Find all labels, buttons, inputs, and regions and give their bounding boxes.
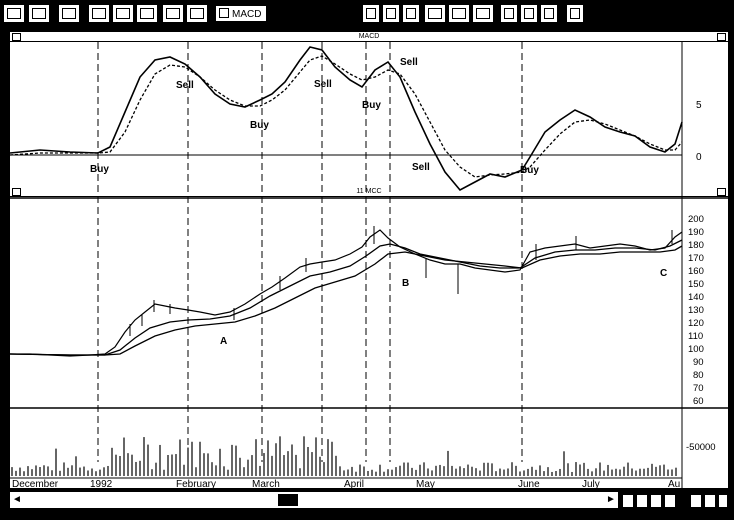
price-y-label: 200: [688, 214, 704, 225]
checkbox-icon: [219, 8, 229, 18]
compress-icon[interactable]: [448, 4, 470, 23]
price-y-label: 70: [693, 383, 704, 394]
date-label: March: [252, 479, 280, 488]
price-y-label: 100: [688, 344, 704, 355]
signal-label-buy: Buy: [520, 165, 539, 176]
macd-y-label: 0: [696, 152, 702, 163]
trendline-icon[interactable]: [540, 4, 558, 23]
date-label: April: [344, 479, 364, 488]
nav-last-icon[interactable]: [664, 494, 676, 508]
price-y-label: 160: [688, 266, 704, 277]
volume-y-label: -50000: [686, 442, 716, 453]
price-y-label: 120: [688, 318, 704, 329]
date-label: May: [416, 479, 435, 488]
zoom-out-icon[interactable]: [704, 494, 716, 508]
chart-icon[interactable]: [112, 4, 134, 23]
volume-bars: [11, 436, 677, 476]
signal-lines: [97, 42, 523, 462]
date-axis: December 1992 February March April May J…: [12, 479, 680, 488]
open-icon[interactable]: [28, 4, 50, 23]
signal-label-buy: Buy: [90, 164, 109, 175]
candle-icon[interactable]: [402, 4, 420, 23]
print-icon[interactable]: [88, 4, 110, 23]
arrow-left-icon[interactable]: ◄: [10, 492, 24, 508]
signal-label-buy: Buy: [362, 100, 381, 111]
signal-label-buy: Buy: [250, 120, 269, 131]
annotation-b: B: [402, 278, 409, 289]
price-y-label: 180: [688, 240, 704, 251]
macd-y-label: 5: [696, 100, 702, 111]
date-label: Au: [668, 479, 680, 488]
tool-icon[interactable]: [136, 4, 158, 23]
price-y-label: 110: [688, 331, 703, 342]
signal-label-sell: Sell: [314, 79, 332, 90]
signal-label-sell: Sell: [412, 162, 430, 173]
crosshair-icon[interactable]: [520, 4, 538, 23]
line-icon[interactable]: [362, 4, 380, 23]
date-label: July: [582, 479, 600, 488]
price-y-label: 190: [688, 227, 704, 238]
price-y-label: 90: [693, 357, 704, 368]
date-label: December: [12, 479, 59, 488]
macd-line: [10, 46, 683, 192]
signal-label-sell: Sell: [400, 57, 418, 68]
signal-label-sell: Sell: [176, 80, 194, 91]
grid-icon[interactable]: [162, 4, 184, 23]
nav-first-icon[interactable]: [622, 494, 634, 508]
date-label: June: [518, 479, 540, 488]
arrow-right-icon[interactable]: ►: [604, 492, 618, 508]
price-y-label: 140: [688, 292, 704, 303]
nav-next-icon[interactable]: [650, 494, 662, 508]
save-icon[interactable]: [58, 4, 80, 23]
moving-average-long: [10, 245, 683, 356]
scrollbar-thumb[interactable]: [278, 494, 298, 506]
chart-canvas: 5 0 Buy Sell Buy Sell Buy Sell Sell Buy: [10, 42, 728, 488]
nav-prev-icon[interactable]: [636, 494, 648, 508]
price-y-label: 130: [688, 305, 704, 316]
moving-average-short: [10, 239, 683, 356]
price-bars: [129, 226, 673, 336]
scale-icon[interactable]: [424, 4, 446, 23]
price-y-axis: 200 190 180 170 160 150 140 130 120 110 …: [688, 214, 704, 407]
price-line: [10, 229, 683, 357]
window-icon[interactable]: [566, 4, 584, 23]
macd-signal-line: [10, 55, 683, 178]
pointer-icon[interactable]: [3, 4, 25, 23]
price-y-label: 80: [693, 370, 704, 381]
date-label: February: [176, 479, 216, 488]
expand-icon[interactable]: [472, 4, 494, 23]
horizontal-scrollbar[interactable]: ◄ ►: [8, 490, 620, 510]
price-y-label: 170: [688, 253, 704, 264]
macd-toggle-label: MACD: [232, 9, 262, 20]
annotation-a: A: [220, 336, 227, 347]
bar-icon[interactable]: [382, 4, 400, 23]
toolbar: MACD: [0, 0, 734, 28]
zoom-in-icon[interactable]: [690, 494, 702, 508]
price-y-label: 150: [688, 279, 704, 290]
annotation-c: C: [660, 268, 667, 279]
macd-toggle[interactable]: MACD: [215, 5, 267, 22]
cursor-icon[interactable]: [500, 4, 518, 23]
fit-icon[interactable]: [718, 494, 728, 508]
price-y-label: 60: [693, 396, 704, 407]
chart-window: MACD 11 MCC 5 0 Buy Sell Buy Sell Buy Se…: [8, 30, 730, 490]
zoom-icon[interactable]: [186, 4, 208, 23]
date-label: 1992: [90, 479, 113, 488]
